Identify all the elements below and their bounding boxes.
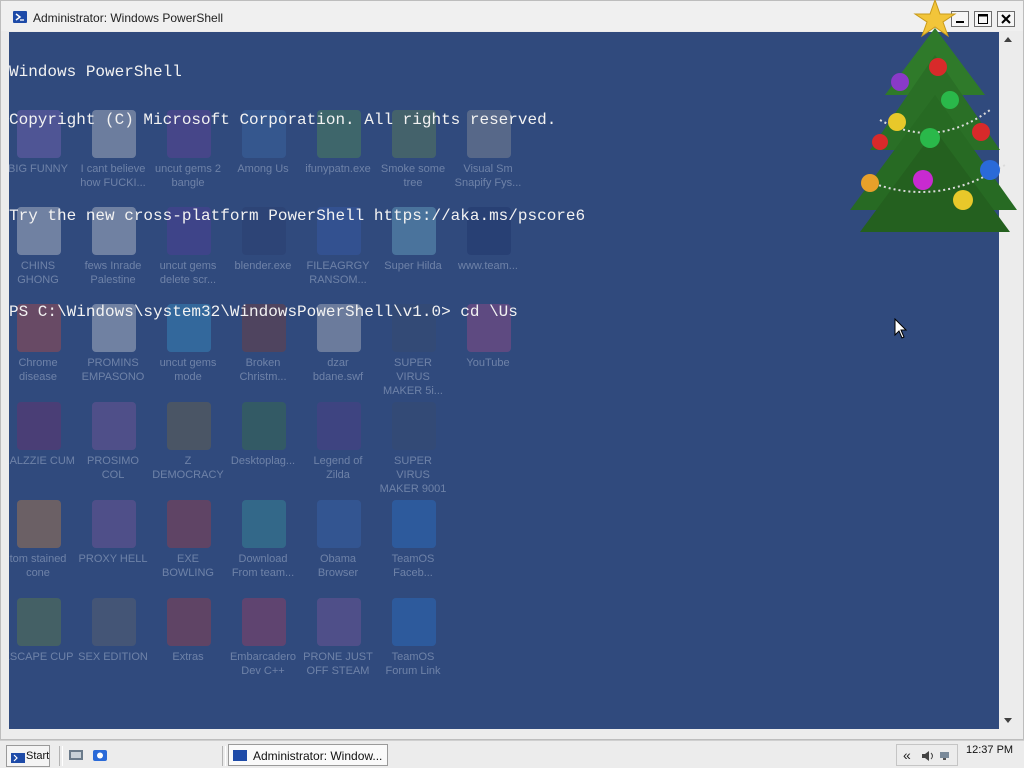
scroll-down-icon[interactable] xyxy=(999,713,1017,729)
task-divider xyxy=(222,746,226,766)
desktop-icon-label: SUPER VIRUS MAKER 9001 xyxy=(379,455,447,495)
desktop-icon-label: Z DEMOCRACY xyxy=(152,455,224,481)
start-button[interactable]: Start xyxy=(6,745,50,767)
powershell-icon xyxy=(13,11,27,23)
desktop-icon-label: YouTube xyxy=(466,357,510,369)
desktop-icon-label: PROMINS EMPASONO xyxy=(81,357,145,383)
network-icon[interactable] xyxy=(939,750,953,762)
desktop-icon-image xyxy=(317,402,361,450)
desktop-icon-image xyxy=(17,598,61,646)
task-label: Administrator: Window... xyxy=(253,749,383,763)
desktop-icon-label: GALZZIE CUM xyxy=(9,455,75,467)
desktop-icon-image xyxy=(92,598,136,646)
desktop-icon-label: Chrome disease xyxy=(18,357,58,383)
window-title: Administrator: Windows PowerShell xyxy=(33,11,224,25)
clock[interactable]: 12:37 PM xyxy=(966,744,1013,756)
desktop-icon-image xyxy=(17,402,61,450)
start-label: Start xyxy=(26,750,50,762)
desktop-icon-image xyxy=(392,598,436,646)
desktop-icon: GALZZIE CUM xyxy=(9,402,75,492)
desktop-icon-label: Extras xyxy=(172,651,204,663)
christmas-tree-icon xyxy=(850,0,1017,232)
desktop-icon-label: PROSIMO COL xyxy=(87,455,139,481)
console-prompt-line[interactable]: PS C:\Windows\system32\WindowsPowerShell… xyxy=(9,304,989,320)
desktop-icon-image xyxy=(92,402,136,450)
desktop-icon-image xyxy=(242,500,286,548)
desktop-icon-label: ESCAPE CUP xyxy=(9,651,74,663)
desktop-icon: PROXY HELL xyxy=(76,500,150,590)
powershell-icon xyxy=(233,750,247,761)
desktop-icon-label: Download From team... xyxy=(231,553,295,579)
volume-icon[interactable] xyxy=(921,750,935,762)
desktop-icon-label: TeamOS Faceb... xyxy=(391,553,435,579)
desktop-icon-label: PROXY HELL xyxy=(78,553,148,565)
console-line: Copyright (C) Microsoft Corporation. All… xyxy=(9,111,557,129)
taskbar: Start Administrator: Window... « 12:37 P… xyxy=(0,740,1024,768)
desktop-icon: SUPER VIRUS MAKER 9001 xyxy=(376,402,450,495)
console-line: Try the new cross-platform PowerShell ht… xyxy=(9,207,586,225)
desktop-icon-label: uncut gems mode xyxy=(159,357,217,383)
desktop-icon: Embarcadero Dev C++ xyxy=(226,598,300,688)
desktop-icon-label: Embarcadero Dev C++ xyxy=(229,651,297,677)
desktop-icon-label: TeamOS Forum Link xyxy=(385,651,441,677)
desktop-icon: Obama Browser xyxy=(301,500,375,590)
start-icon xyxy=(11,753,25,763)
desktop-icon-label: Legend of Zilda xyxy=(313,455,363,481)
desktop-icon-image xyxy=(242,598,286,646)
desktop-icon-image xyxy=(92,500,136,548)
desktop-icon: PROSIMO COL xyxy=(76,402,150,492)
show-desktop-icon[interactable] xyxy=(68,748,84,762)
desktop-icon-image xyxy=(167,402,211,450)
desktop-icon-label: Desktoplag... xyxy=(230,455,296,467)
desktop-icon-label: tom stained cone xyxy=(9,553,67,579)
mouse-cursor-icon xyxy=(894,318,908,339)
desktop-icon: ESCAPE CUP xyxy=(9,598,75,688)
desktop-icon-image xyxy=(317,598,361,646)
desktop-icon: tom stained cone xyxy=(9,500,75,590)
desktop-icon-image xyxy=(392,402,436,450)
desktop-icon: Download From team... xyxy=(226,500,300,590)
desktop-icon: Z DEMOCRACY xyxy=(151,402,225,492)
desktop-icon-image xyxy=(242,402,286,450)
desktop-icon-image xyxy=(167,500,211,548)
explorer-icon[interactable] xyxy=(92,748,108,762)
desktop-icon-image xyxy=(392,500,436,548)
tray-expand-icon[interactable]: « xyxy=(903,747,911,763)
desktop-icon: TeamOS Forum Link xyxy=(376,598,450,688)
desktop-icon-image xyxy=(317,500,361,548)
desktop-icon: EXE BOWLING xyxy=(151,500,225,590)
desktop-icon-label: Broken Christm... xyxy=(239,357,287,383)
system-tray: « xyxy=(896,744,958,766)
desktop-icon-label: Obama Browser xyxy=(317,553,359,579)
desktop-icon-label: PRONE JUST OFF STEAM xyxy=(303,651,373,677)
desktop-icon: Desktoplag... xyxy=(226,402,300,492)
desktop-icon: SEX EDITION xyxy=(76,598,150,688)
console-line: Windows PowerShell xyxy=(9,63,182,81)
console-output[interactable]: Windows PowerShell Copyright (C) Microso… xyxy=(9,32,989,352)
desktop-icon-image xyxy=(167,598,211,646)
quick-launch-divider xyxy=(59,746,63,766)
desktop-icon-label: EXE BOWLING xyxy=(162,553,214,579)
taskbar-powershell-button[interactable]: Administrator: Window... xyxy=(228,744,388,766)
desktop-icon: Extras xyxy=(151,598,225,688)
desktop-icon: TeamOS Faceb... xyxy=(376,500,450,590)
desktop-icon: Legend of Zilda xyxy=(301,402,375,492)
desktop-icon-label: dzar bdane.swf xyxy=(312,357,364,383)
desktop-icon-label: SUPER VIRUS MAKER 5i... xyxy=(383,357,443,397)
desktop-icon-image xyxy=(17,500,61,548)
desktop-icon: PRONE JUST OFF STEAM xyxy=(301,598,375,688)
desktop-icon-label: SEX EDITION xyxy=(78,651,148,663)
